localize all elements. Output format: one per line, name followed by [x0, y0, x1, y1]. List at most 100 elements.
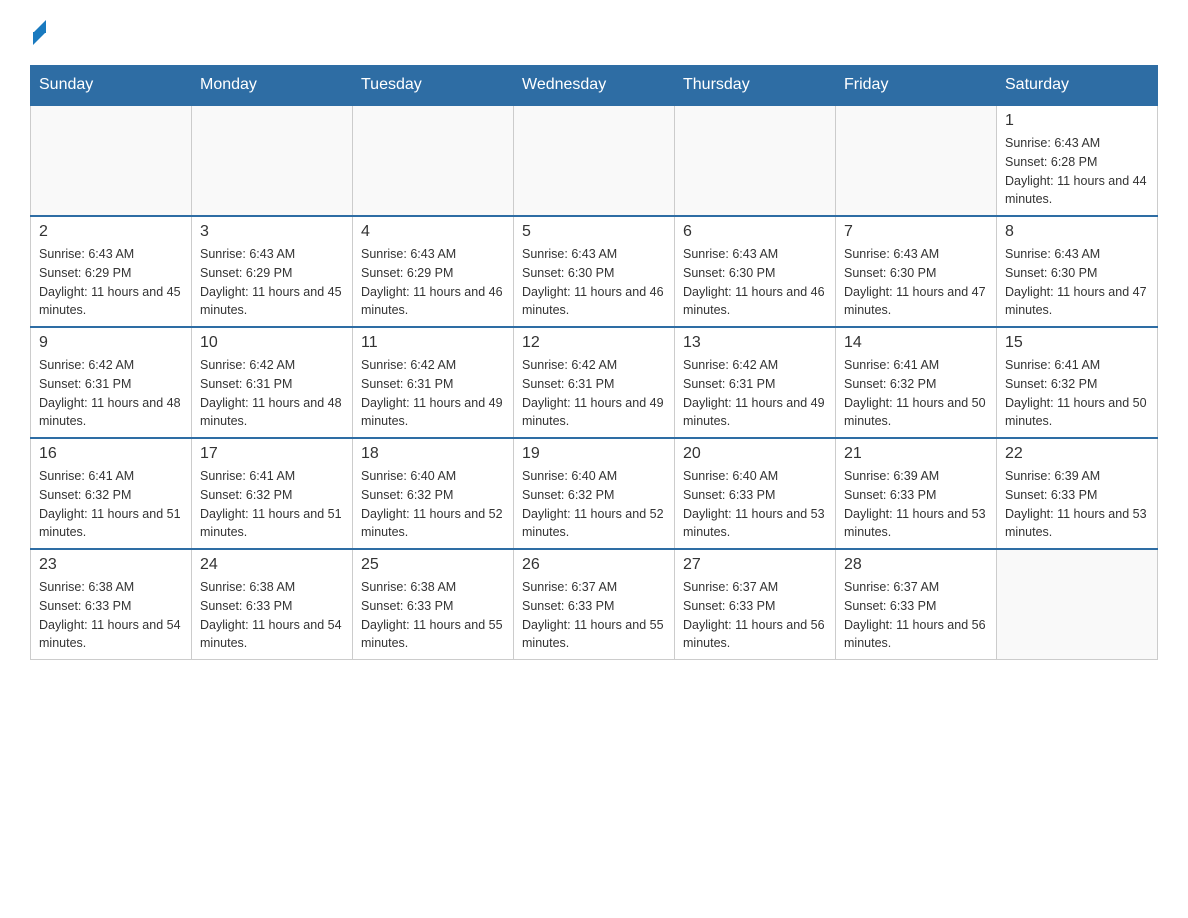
day-info: Sunrise: 6:43 AM Sunset: 6:30 PM Dayligh… [522, 245, 666, 320]
day-number: 1 [1005, 112, 1149, 130]
calendar-cell: 25Sunrise: 6:38 AM Sunset: 6:33 PM Dayli… [353, 549, 514, 660]
calendar-cell: 8 Sunrise: 6:43 AM Sunset: 6:30 PM Daylig… [997, 216, 1158, 327]
header-monday: Monday [192, 66, 353, 106]
day-number: 22 [1005, 445, 1149, 463]
page-header [30, 20, 1158, 45]
day-info: Sunrise: 6:39 AM Sunset: 6:33 PM Dayligh… [844, 467, 988, 542]
calendar-cell: 17 Sunrise: 6:41 AM Sunset: 6:32 PM Dayli… [192, 438, 353, 549]
calendar-cell: 26 Sunrise: 6:37 AM Sunset: 6:33 PM Dayli… [514, 549, 675, 660]
day-number: 12 [522, 334, 666, 352]
day-info: Sunrise: 6:38 AM Sunset: 6:33 PM Dayligh… [200, 578, 344, 653]
calendar-cell: 12 Sunrise: 6:42 AM Sunset: 6:31 PM Dayli… [514, 327, 675, 438]
day-info: Sunrise: 6:42 AM Sunset: 6:31 PM Dayligh… [200, 356, 344, 431]
day-info: Sunrise: 6:43 AM Sunset: 6:29 PM Dayligh… [39, 245, 183, 320]
day-info: Sunrise: 6:37 AM Sunset: 6:33 PM Dayligh… [683, 578, 827, 653]
calendar-cell: 24 Sunrise: 6:38 AM Sunset: 6:33 PM Dayli… [192, 549, 353, 660]
day-number: 21 [844, 445, 988, 463]
day-info: Sunrise: 6:43 AM Sunset: 6:29 PM Dayligh… [361, 245, 505, 320]
day-number: 4 [361, 223, 505, 241]
day-number: 15 [1005, 334, 1149, 352]
day-number: 5 [522, 223, 666, 241]
calendar-cell: 4 Sunrise: 6:43 AM Sunset: 6:29 PM Daylig… [353, 216, 514, 327]
calendar-cell: 10 Sunrise: 6:42 AM Sunset: 6:31 PM Dayli… [192, 327, 353, 438]
calendar-cell: 22Sunrise: 6:39 AM Sunset: 6:33 PM Dayli… [997, 438, 1158, 549]
header-saturday: Saturday [997, 66, 1158, 106]
day-info: Sunrise: 6:42 AM Sunset: 6:31 PM Dayligh… [683, 356, 827, 431]
header-wednesday: Wednesday [514, 66, 675, 106]
day-number: 10 [200, 334, 344, 352]
day-number: 14 [844, 334, 988, 352]
day-number: 2 [39, 223, 183, 241]
calendar-cell: 20 Sunrise: 6:40 AM Sunset: 6:33 PM Dayli… [675, 438, 836, 549]
day-info: Sunrise: 6:42 AM Sunset: 6:31 PM Dayligh… [522, 356, 666, 431]
day-number: 26 [522, 556, 666, 574]
day-number: 7 [844, 223, 988, 241]
day-number: 24 [200, 556, 344, 574]
calendar-cell [31, 105, 192, 216]
calendar-cell: 11 Sunrise: 6:42 AM Sunset: 6:31 PM Dayli… [353, 327, 514, 438]
day-info: Sunrise: 6:37 AM Sunset: 6:33 PM Dayligh… [844, 578, 988, 653]
day-number: 27 [683, 556, 827, 574]
week-row-3: 9 Sunrise: 6:42 AM Sunset: 6:31 PM Daylig… [31, 327, 1158, 438]
day-info: Sunrise: 6:43 AM Sunset: 6:29 PM Dayligh… [200, 245, 344, 320]
calendar-cell: 2 Sunrise: 6:43 AM Sunset: 6:29 PM Daylig… [31, 216, 192, 327]
day-info: Sunrise: 6:42 AM Sunset: 6:31 PM Dayligh… [361, 356, 505, 431]
day-number: 16 [39, 445, 183, 463]
calendar-cell: 19 Sunrise: 6:40 AM Sunset: 6:32 PM Dayli… [514, 438, 675, 549]
calendar-cell: 15 Sunrise: 6:41 AM Sunset: 6:32 PM Dayli… [997, 327, 1158, 438]
header-sunday: Sunday [31, 66, 192, 106]
day-number: 20 [683, 445, 827, 463]
calendar-cell: 6 Sunrise: 6:43 AM Sunset: 6:30 PM Daylig… [675, 216, 836, 327]
day-info: Sunrise: 6:43 AM Sunset: 6:30 PM Dayligh… [1005, 245, 1149, 320]
day-info: Sunrise: 6:37 AM Sunset: 6:33 PM Dayligh… [522, 578, 666, 653]
day-info: Sunrise: 6:42 AM Sunset: 6:31 PM Dayligh… [39, 356, 183, 431]
day-info: Sunrise: 6:41 AM Sunset: 6:32 PM Dayligh… [200, 467, 344, 542]
calendar-cell: 27 Sunrise: 6:37 AM Sunset: 6:33 PM Dayli… [675, 549, 836, 660]
day-number: 19 [522, 445, 666, 463]
day-info: Sunrise: 6:41 AM Sunset: 6:32 PM Dayligh… [1005, 356, 1149, 431]
logo [30, 20, 46, 45]
day-number: 11 [361, 334, 505, 352]
day-info: Sunrise: 6:43 AM Sunset: 6:30 PM Dayligh… [683, 245, 827, 320]
calendar-cell: 16Sunrise: 6:41 AM Sunset: 6:32 PM Dayli… [31, 438, 192, 549]
calendar-cell: 14 Sunrise: 6:41 AM Sunset: 6:32 PM Dayli… [836, 327, 997, 438]
calendar-cell: 23Sunrise: 6:38 AM Sunset: 6:33 PM Dayli… [31, 549, 192, 660]
day-number: 23 [39, 556, 183, 574]
calendar-cell [675, 105, 836, 216]
header-friday: Friday [836, 66, 997, 106]
day-info: Sunrise: 6:40 AM Sunset: 6:32 PM Dayligh… [522, 467, 666, 542]
calendar-cell: 3 Sunrise: 6:43 AM Sunset: 6:29 PM Daylig… [192, 216, 353, 327]
week-row-1: 1Sunrise: 6:43 AM Sunset: 6:28 PM Daylig… [31, 105, 1158, 216]
day-info: Sunrise: 6:43 AM Sunset: 6:30 PM Dayligh… [844, 245, 988, 320]
week-row-5: 23 Sunrise: 6:38 AM Sunset: 6:33 PM Dayli… [31, 549, 1158, 660]
day-number: 3 [200, 223, 344, 241]
day-number: 28 [844, 556, 988, 574]
header-tuesday: Tuesday [353, 66, 514, 106]
day-number: 13 [683, 334, 827, 352]
day-info: Sunrise: 6:40 AM Sunset: 6:32 PM Dayligh… [361, 467, 505, 542]
calendar-cell: 18Sunrise: 6:40 AM Sunset: 6:32 PM Dayli… [353, 438, 514, 549]
calendar-header-row: SundayMondayTuesdayWednesdayThursdayFrid… [31, 66, 1158, 106]
day-number: 17 [200, 445, 344, 463]
calendar-cell [514, 105, 675, 216]
day-number: 6 [683, 223, 827, 241]
day-info: Sunrise: 6:41 AM Sunset: 6:32 PM Dayligh… [844, 356, 988, 431]
week-row-2: 2 Sunrise: 6:43 AM Sunset: 6:29 PM Daylig… [31, 216, 1158, 327]
day-info: Sunrise: 6:38 AM Sunset: 6:33 PM Dayligh… [361, 578, 505, 653]
calendar-cell: 5 Sunrise: 6:43 AM Sunset: 6:30 PM Daylig… [514, 216, 675, 327]
calendar-cell: 1Sunrise: 6:43 AM Sunset: 6:28 PM Daylig… [997, 105, 1158, 216]
calendar-cell: 28 Sunrise: 6:37 AM Sunset: 6:33 PM Dayli… [836, 549, 997, 660]
day-info: Sunrise: 6:40 AM Sunset: 6:33 PM Dayligh… [683, 467, 827, 542]
calendar-cell: 13 Sunrise: 6:42 AM Sunset: 6:31 PM Dayli… [675, 327, 836, 438]
day-number: 9 [39, 334, 183, 352]
day-number: 8 [1005, 223, 1149, 241]
calendar-table: SundayMondayTuesdayWednesdayThursdayFrid… [30, 65, 1158, 660]
calendar-cell [192, 105, 353, 216]
header-thursday: Thursday [675, 66, 836, 106]
calendar-cell: 7 Sunrise: 6:43 AM Sunset: 6:30 PM Daylig… [836, 216, 997, 327]
week-row-4: 16 Sunrise: 6:41 AM Sunset: 6:32 PM Dayli… [31, 438, 1158, 549]
calendar-cell [836, 105, 997, 216]
calendar-cell [997, 549, 1158, 660]
calendar-cell: 21 Sunrise: 6:39 AM Sunset: 6:33 PM Dayli… [836, 438, 997, 549]
calendar-cell: 9 Sunrise: 6:42 AM Sunset: 6:31 PM Daylig… [31, 327, 192, 438]
